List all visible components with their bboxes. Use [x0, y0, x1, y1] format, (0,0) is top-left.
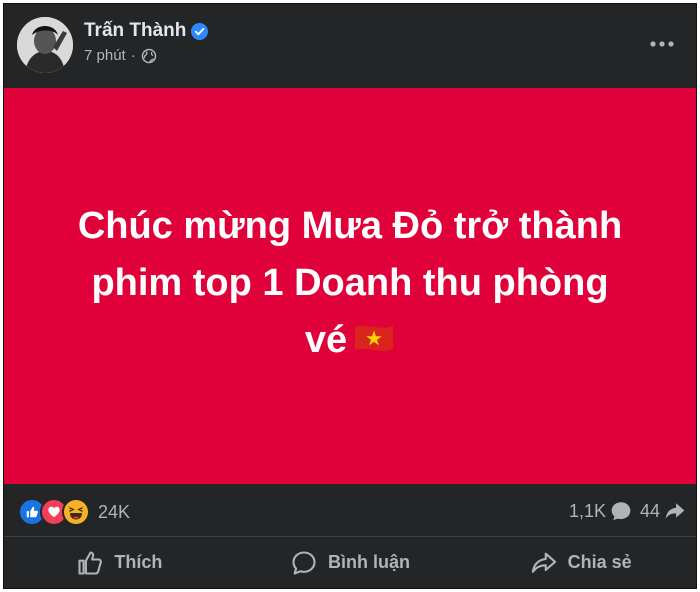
comment-stat[interactable]: 1,1K	[569, 500, 632, 522]
share-count: 44	[639, 500, 660, 521]
share-label: Chia sẻ	[567, 552, 632, 572]
share-arrow-icon	[665, 503, 685, 519]
vietnam-flag-icon	[355, 326, 394, 352]
post-image[interactable]: Chúc mừng Mưa Đỏ trở thành phim top 1 Do…	[4, 88, 696, 484]
engagement-stats: 1,1K 44	[569, 500, 686, 522]
comment-label: Bình luận	[328, 552, 410, 572]
share-button[interactable]: Chia sẻ	[465, 537, 696, 588]
post-time[interactable]: 7 phút	[84, 47, 126, 64]
haha-reaction-icon	[62, 498, 90, 526]
author-row: Trấn Thành	[84, 20, 209, 42]
author-avatar[interactable]	[17, 17, 73, 73]
post-stats: 24K 1,1K 44	[4, 484, 696, 537]
post-text-line: Chúc mừng Mưa Đỏ trở thành	[77, 204, 623, 247]
share-icon	[531, 552, 556, 573]
comment-button[interactable]: Bình luận	[235, 537, 466, 588]
post-text-line-3: vé	[40, 312, 660, 369]
reaction-summary[interactable]: 24K	[18, 498, 130, 526]
post-text: Chúc mừng Mưa Đỏ trở thành phim top 1 Do…	[40, 198, 660, 369]
post-text-line: vé	[304, 318, 348, 361]
like-button[interactable]: Thích	[4, 537, 235, 588]
author-name[interactable]: Trấn Thành	[84, 20, 186, 42]
verified-badge-icon	[191, 22, 209, 40]
reaction-count: 24K	[98, 501, 131, 522]
globe-icon[interactable]	[141, 48, 157, 64]
share-stat[interactable]: 44	[640, 500, 686, 522]
comment-bubble-icon	[611, 502, 631, 521]
more-options-icon	[650, 41, 674, 47]
post-text-line: phim top 1 Doanh thu phòng	[91, 261, 609, 304]
post-header: Trấn Thành 7 phút ·	[4, 4, 696, 88]
more-options-button[interactable]	[644, 26, 680, 62]
post-card: Trấn Thành 7 phút · Chúc mừng Mưa Đỏ trở…	[3, 3, 697, 589]
post-actions: Thích Bình luận Chia sẻ	[4, 537, 696, 588]
comment-count: 1,1K	[568, 500, 606, 521]
like-label: Thích	[114, 552, 163, 572]
comment-icon	[292, 550, 316, 575]
thumbs-up-icon	[78, 550, 103, 575]
post-meta: 7 phút ·	[84, 47, 157, 64]
meta-separator: ·	[130, 47, 136, 64]
